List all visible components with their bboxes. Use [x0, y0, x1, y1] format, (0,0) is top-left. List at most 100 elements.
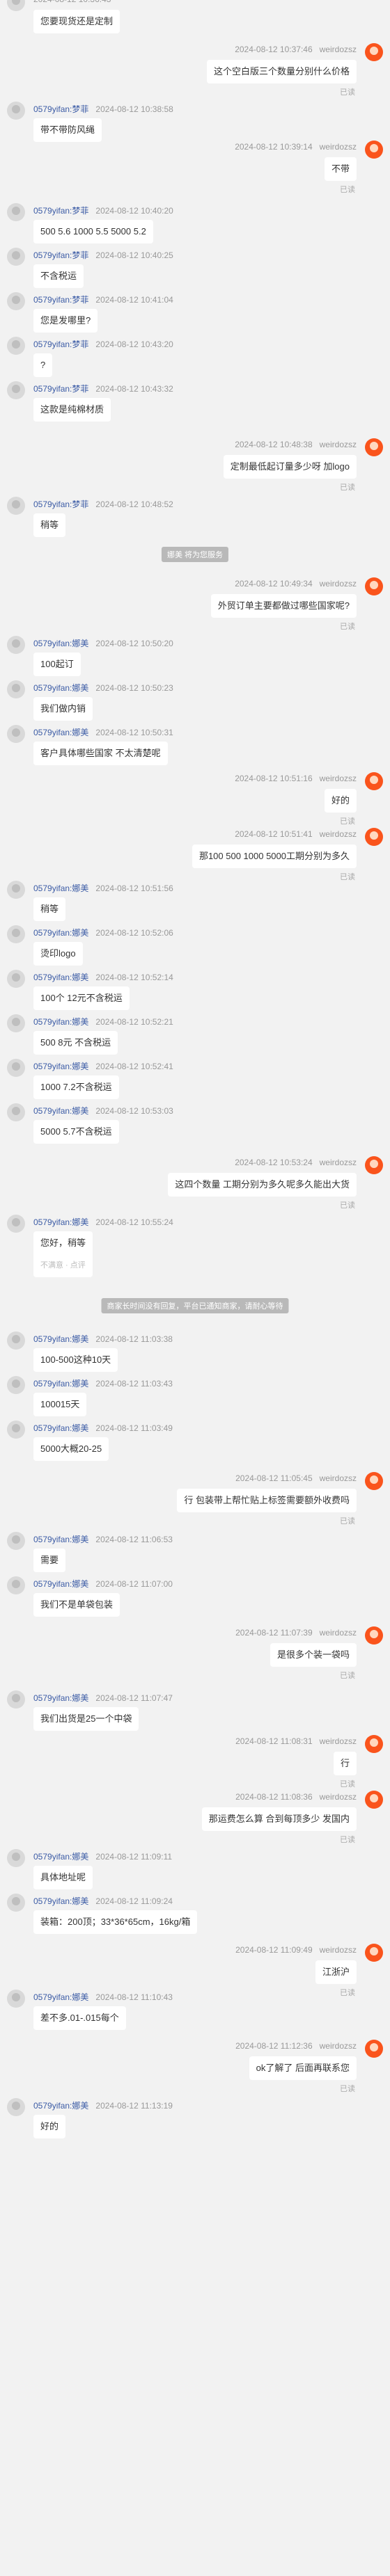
timestamp: 2024-08-12 11:07:00: [95, 1579, 173, 1589]
message-meta: 0579yifan:梦菲 2024-08-12 10:43:32: [33, 383, 173, 394]
message-bubble: 5000大概20-25: [33, 1437, 109, 1461]
avatar[interactable]: [7, 1421, 25, 1439]
avatar[interactable]: [7, 1532, 25, 1550]
avatar[interactable]: [7, 203, 25, 221]
message-bubble: 是很多个装一袋吗: [270, 1643, 357, 1667]
avatar[interactable]: [7, 970, 25, 988]
message-meta: 0579yifan:娜美 2024-08-12 11:07:00: [33, 1578, 173, 1590]
sender-name[interactable]: 0579yifan:娜美: [33, 1992, 88, 2002]
sender-name[interactable]: 0579yifan:梦菲: [33, 339, 88, 349]
sender-name[interactable]: 0579yifan:娜美: [33, 1693, 88, 1703]
message-meta: 0579yifan:娜美 2024-08-12 11:03:49: [33, 1422, 173, 1434]
avatar[interactable]: [365, 828, 383, 846]
avatar[interactable]: [365, 438, 383, 456]
message-text: 客户具体哪些国家 不太清楚呢: [40, 748, 161, 758]
message-bubble: 这款是纯棉材质: [33, 398, 111, 422]
sender-name[interactable]: 0579yifan:梦菲: [33, 384, 88, 394]
avatar[interactable]: [7, 1894, 25, 1912]
message-bubble: 1000 7.2不含税运: [33, 1075, 119, 1099]
avatar[interactable]: [365, 1156, 383, 1174]
sender-name[interactable]: 0579yifan:梦菲: [33, 206, 88, 216]
sender-name[interactable]: 0579yifan:娜美: [33, 2101, 88, 2111]
message-text: 您要现货还是定制: [40, 16, 114, 26]
sender-name[interactable]: 0579yifan:娜美: [33, 1852, 88, 1862]
sender-name[interactable]: 0579yifan:娜美: [33, 928, 88, 938]
avatar[interactable]: [7, 1690, 25, 1709]
avatar[interactable]: [365, 1791, 383, 1809]
avatar[interactable]: [365, 2040, 383, 2058]
sender-name[interactable]: 0579yifan:娜美: [33, 1217, 88, 1227]
avatar[interactable]: [365, 1944, 383, 1962]
avatar[interactable]: [7, 1576, 25, 1594]
sender-name[interactable]: 0579yifan:娜美: [33, 728, 88, 737]
avatar[interactable]: [7, 1103, 25, 1121]
message-bubble: 那100 500 1000 5000工期分别为多久: [192, 845, 357, 868]
read-status: 已读: [340, 186, 355, 194]
avatar[interactable]: [7, 248, 25, 266]
message-meta: 0579yifan:娜美 2024-08-12 11:06:53: [33, 1533, 173, 1545]
avatar[interactable]: [7, 1990, 25, 2008]
avatar[interactable]: [7, 636, 25, 654]
message-text: 那运费怎么算 合到每顶多少 发国内: [208, 1814, 350, 1824]
timestamp: 2024-08-12 11:03:38: [95, 1334, 173, 1344]
read-status: 已读: [340, 1672, 355, 1680]
sender-name[interactable]: 0579yifan:娜美: [33, 639, 88, 648]
avatar[interactable]: [7, 337, 25, 355]
avatar[interactable]: [365, 141, 383, 159]
avatar[interactable]: [7, 381, 25, 399]
avatar[interactable]: [7, 1059, 25, 1077]
message-meta: 0579yifan:娜美 2024-08-12 10:50:23: [33, 682, 173, 694]
sender-name[interactable]: 0579yifan:娜美: [33, 973, 88, 982]
avatar[interactable]: [7, 292, 25, 310]
message-text: 500 8元 不含税运: [40, 1037, 111, 1048]
avatar[interactable]: [365, 577, 383, 595]
sender-name[interactable]: 0579yifan:娜美: [33, 1017, 88, 1027]
sender-name[interactable]: 0579yifan:娜美: [33, 1423, 88, 1433]
avatar[interactable]: [7, 1014, 25, 1032]
sender-name[interactable]: 0579yifan:娜美: [33, 683, 88, 693]
sender-name[interactable]: 0579yifan:娜美: [33, 1062, 88, 1071]
avatar[interactable]: [7, 497, 25, 515]
message-text: 100起订: [40, 659, 74, 669]
sender-name[interactable]: 0579yifan:梦菲: [33, 250, 88, 260]
message-text: 需要: [40, 1555, 59, 1565]
avatar[interactable]: [7, 1376, 25, 1394]
avatar[interactable]: [7, 925, 25, 943]
timestamp: 2024-08-12 11:06:53: [95, 1535, 173, 1544]
avatar[interactable]: [7, 102, 25, 120]
avatar[interactable]: [7, 881, 25, 899]
sender-name[interactable]: 0579yifan:娜美: [33, 1896, 88, 1906]
message-text: 5000大概20-25: [40, 1443, 102, 1454]
sender-name[interactable]: 0579yifan:娜美: [33, 1379, 88, 1389]
sender-name[interactable]: 0579yifan:娜美: [33, 1334, 88, 1344]
avatar[interactable]: [365, 1735, 383, 1753]
message-bubble: 好的: [324, 789, 357, 813]
sender-name[interactable]: 0579yifan:娜美: [33, 1535, 88, 1544]
avatar[interactable]: [365, 43, 383, 61]
avatar[interactable]: [365, 772, 383, 790]
avatar[interactable]: [7, 1215, 25, 1233]
avatar[interactable]: [7, 1849, 25, 1867]
sender-name[interactable]: 0579yifan:梦菲: [33, 104, 88, 114]
timestamp: 2024-08-12 10:40:25: [95, 250, 173, 260]
read-status: 已读: [340, 2085, 355, 2093]
sender-name[interactable]: 0579yifan:娜美: [33, 1579, 88, 1589]
timestamp: 2024-08-12 10:48:52: [95, 499, 173, 509]
sender-name[interactable]: 0579yifan:梦菲: [33, 499, 88, 509]
avatar[interactable]: [365, 1626, 383, 1645]
avatar[interactable]: [7, 0, 25, 11]
read-status: 已读: [340, 623, 355, 631]
rating-link[interactable]: 不满意 · 点评: [40, 1259, 86, 1272]
message-bubble: 500 8元 不含税运: [33, 1031, 118, 1055]
avatar[interactable]: [365, 1472, 383, 1490]
sender-name[interactable]: 0579yifan:娜美: [33, 1106, 88, 1116]
sender-name[interactable]: 0579yifan:梦菲: [33, 295, 88, 305]
message-meta: 2024-08-12 11:08:36 weirdozsz: [235, 1792, 357, 1802]
avatar[interactable]: [7, 680, 25, 698]
sender-name[interactable]: 0579yifan:娜美: [33, 883, 88, 893]
avatar[interactable]: [7, 725, 25, 743]
message-text: 好的: [40, 2121, 59, 2131]
avatar[interactable]: [7, 2098, 25, 2116]
avatar[interactable]: [7, 1331, 25, 1350]
message-meta: 0579yifan:娜美 2024-08-12 11:13:19: [33, 2099, 173, 2111]
